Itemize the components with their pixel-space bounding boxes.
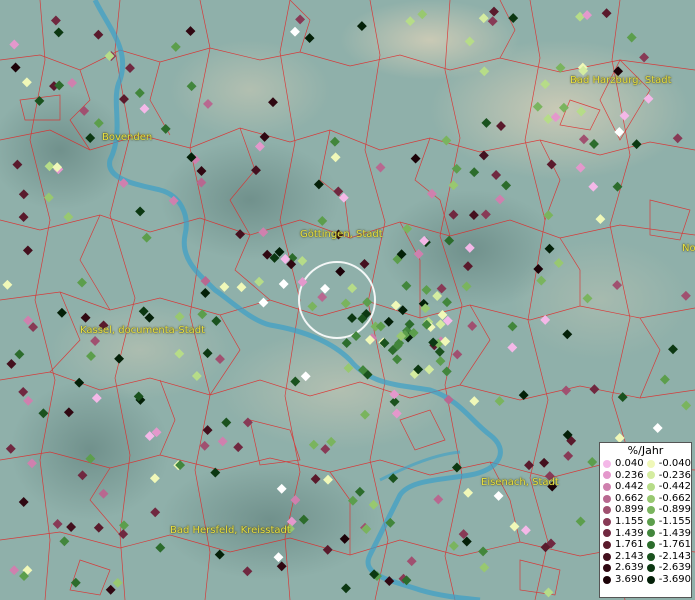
legend-entry: 1.155 [603, 516, 647, 528]
map-legend: %/Jahr 0.040 0.236 0.442 0.662 0.899 1.155 1.4… [599, 442, 692, 598]
legend-swatch [603, 517, 611, 526]
legend-entry: 0.040 [603, 458, 647, 470]
legend-swatch [603, 506, 611, 515]
legend-swatch [603, 529, 611, 538]
legend-value: 0.662 [615, 492, 644, 504]
legend-swatch [646, 517, 655, 526]
legend-value: -0.236 [658, 469, 691, 481]
legend-entry: 0.899 [603, 504, 647, 516]
city-label-edge: No [682, 243, 695, 254]
legend-entry: -0.899 [646, 504, 691, 516]
legend-positive-column: 0.040 0.236 0.442 0.662 0.899 1.155 1.439 1.761… [603, 458, 647, 586]
legend-swatch [646, 540, 655, 549]
legend-entry: -0.442 [646, 481, 691, 493]
legend-value: -1.439 [658, 527, 691, 539]
legend-value: -2.143 [658, 550, 691, 562]
city-label-kassel: Kassel, documenta-Stadt [80, 325, 206, 336]
legend-value: -0.899 [658, 504, 691, 516]
legend-value: -3.690 [658, 573, 691, 585]
legend-value: -2.639 [658, 562, 691, 574]
city-label-bad-hersfeld: Bad Hersfeld, Kreisstadt [170, 525, 291, 536]
city-label-goettingen: Göttingen, Stadt [300, 229, 383, 240]
legend-value: -0.442 [658, 481, 691, 493]
legend-swatch [646, 529, 655, 538]
legend-value: 2.639 [615, 562, 644, 574]
legend-entry: 0.442 [603, 481, 647, 493]
legend-swatch [646, 459, 655, 468]
map-base-layer [0, 0, 695, 600]
legend-value: -0.040 [658, 458, 691, 469]
legend-swatch [603, 471, 611, 480]
legend-value: -1.155 [658, 515, 691, 527]
legend-value: 0.236 [615, 469, 644, 481]
legend-value: 1.155 [615, 515, 644, 527]
legend-entry: 0.236 [603, 470, 647, 482]
legend-swatch [603, 494, 611, 503]
legend-swatch [646, 506, 655, 515]
legend-negative-column: -0.040 -0.236 -0.442 -0.662 -0.899 -1.155 -1.4… [646, 458, 691, 586]
legend-swatch [603, 459, 611, 468]
legend-swatch [603, 482, 611, 491]
legend-value: 0.040 [615, 458, 644, 469]
legend-value: 1.439 [615, 527, 644, 539]
legend-swatch [603, 564, 611, 573]
legend-value: 0.442 [615, 481, 644, 493]
legend-swatch [603, 552, 611, 561]
legend-entry: -3.690 [646, 573, 691, 586]
legend-value: -0.662 [658, 492, 691, 504]
legend-swatch [646, 552, 655, 561]
legend-swatch [646, 482, 655, 491]
legend-entry: 3.690 [603, 574, 647, 586]
legend-entry: -2.143 [646, 550, 691, 563]
legend-entry: 1.439 [603, 528, 647, 540]
legend-value: 1.761 [615, 539, 644, 551]
legend-value: 0.899 [615, 504, 644, 516]
legend-entry: 2.639 [603, 562, 647, 574]
legend-entry: -0.236 [646, 469, 691, 482]
city-label-bovenden: Bovenden [102, 132, 153, 143]
legend-entry: -0.662 [646, 492, 691, 505]
legend-entry: -1.155 [646, 515, 691, 528]
legend-value: -1.761 [658, 539, 691, 551]
legend-value: 2.143 [615, 550, 644, 562]
legend-entry: -2.639 [646, 562, 691, 574]
legend-title: %/Jahr [627, 444, 664, 457]
legend-entry: -1.439 [646, 527, 691, 540]
legend-swatch [646, 575, 655, 584]
legend-swatch [646, 564, 655, 573]
legend-entry: 0.662 [603, 493, 647, 505]
legend-swatch [646, 494, 655, 503]
legend-entry: -0.040 [646, 458, 691, 470]
legend-value: 3.690 [615, 573, 644, 585]
map-view[interactable]: Bad Harzburg, Stadt Bovenden Göttingen, … [0, 0, 695, 600]
legend-entry: 2.143 [603, 551, 647, 563]
legend-entry: 1.761 [603, 539, 647, 551]
city-label-eisenach: Eisenach, Stadt [481, 477, 559, 488]
legend-swatch [603, 540, 611, 549]
legend-swatch [603, 575, 611, 584]
legend-entry: -1.761 [646, 539, 691, 551]
city-label-bad-harzburg: Bad Harzburg, Stadt [570, 75, 672, 86]
legend-swatch [646, 471, 655, 480]
